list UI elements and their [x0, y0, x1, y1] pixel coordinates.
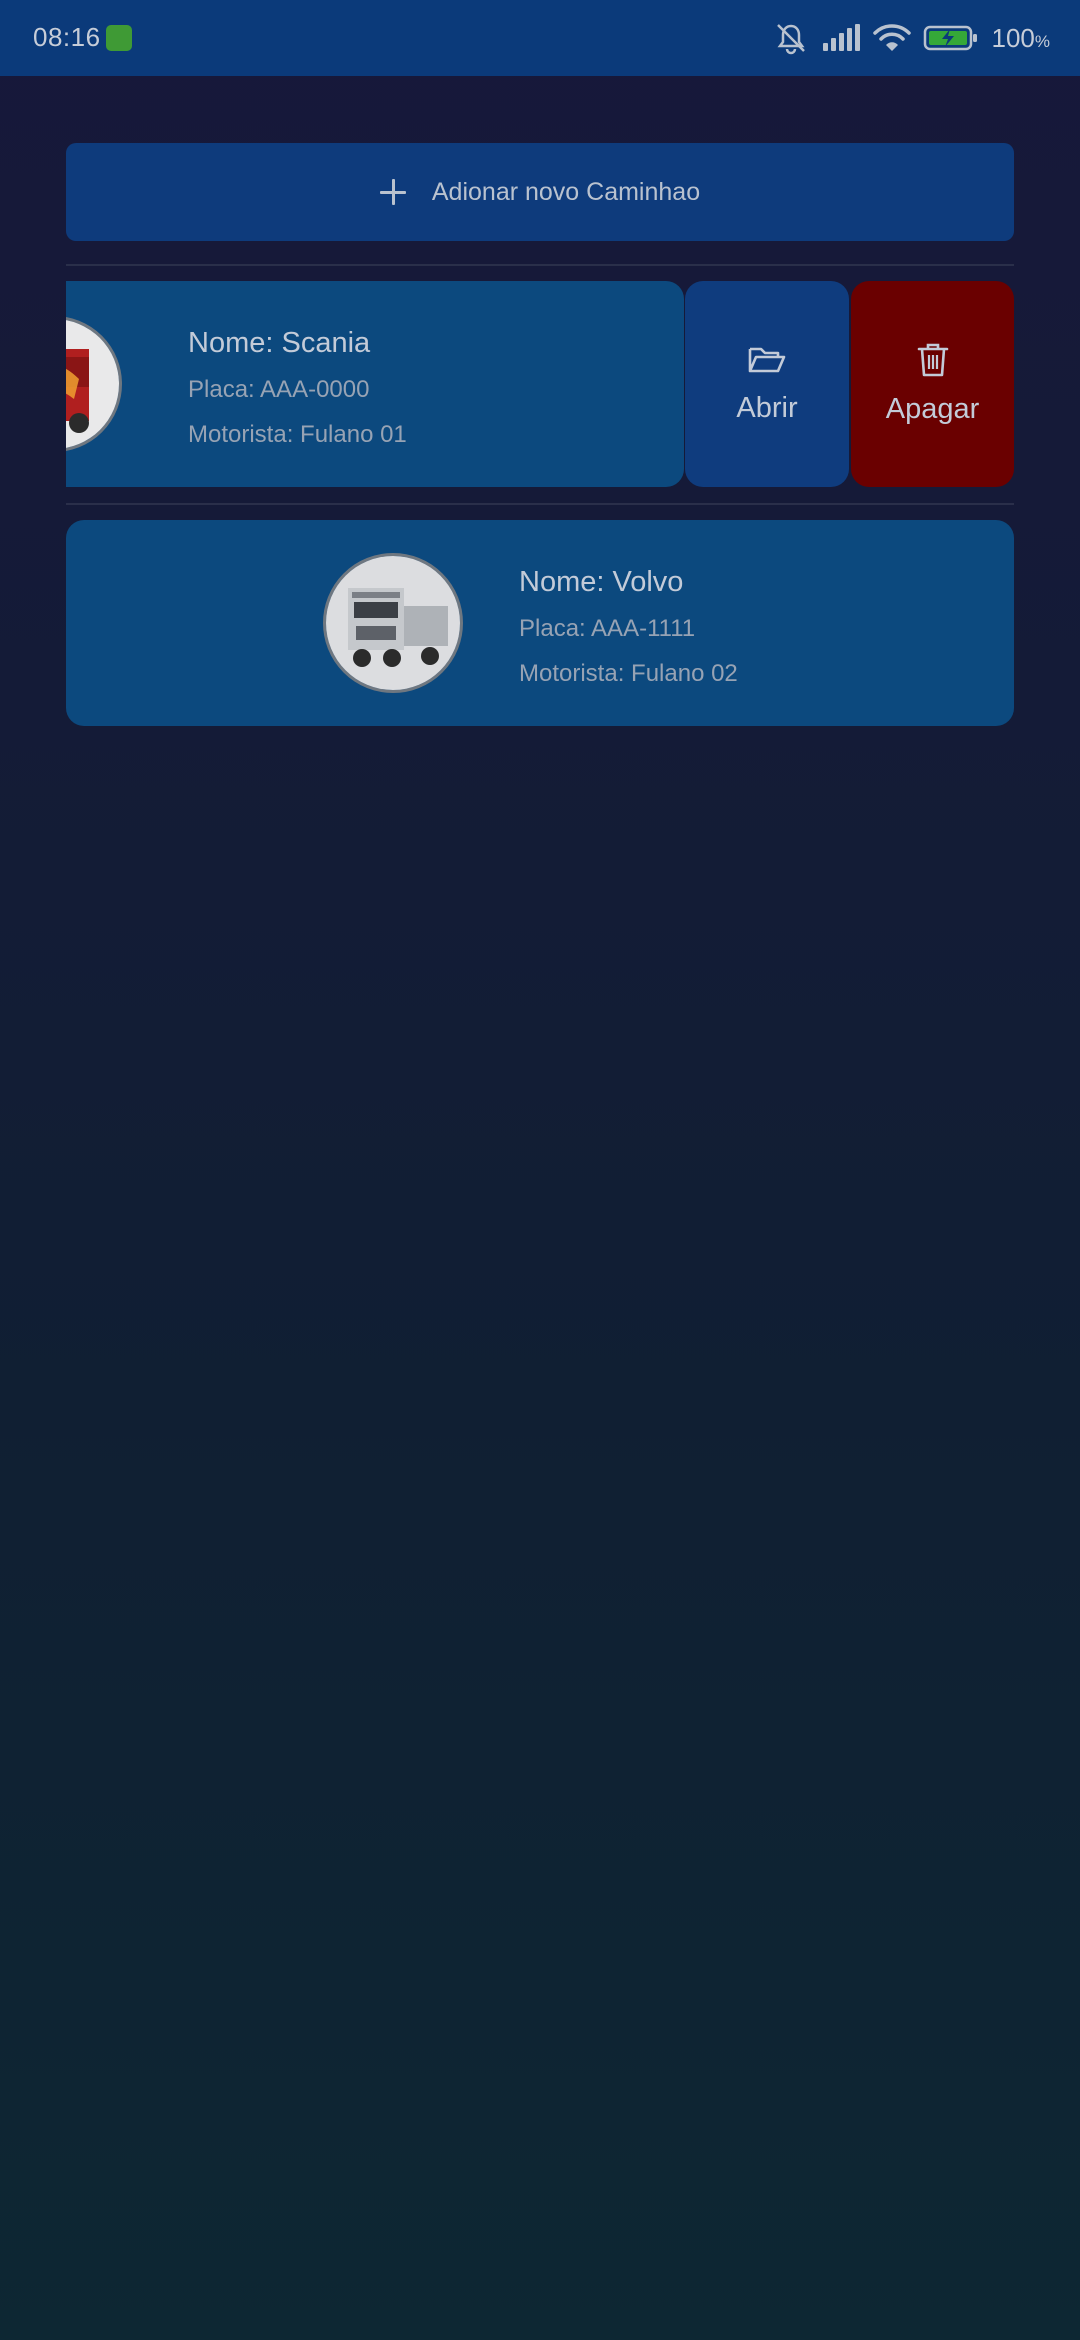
truck-list-item[interactable]: Nome: Scania Placa: AAA-0000 Motorista: …	[66, 281, 1014, 487]
status-time: 08:16	[33, 22, 101, 52]
battery-percent: 100%	[991, 23, 1050, 54]
mute-icon	[773, 21, 809, 55]
truck-driver: Motorista: Fulano 02	[519, 660, 738, 687]
truck-plate: Placa: AAA-0000	[188, 376, 370, 403]
add-truck-button[interactable]: Adionar novo Caminhao	[66, 143, 1014, 241]
app-notification-icon	[106, 25, 132, 51]
truck-info: Nome: Scania Placa: AAA-0000 Motorista: …	[188, 327, 407, 466]
list-divider	[66, 503, 1014, 505]
truck-driver: Motorista: Fulano 01	[188, 421, 407, 448]
battery-percent-value: 100	[991, 22, 1035, 53]
trash-icon	[916, 342, 950, 383]
folder-open-icon	[747, 343, 787, 382]
truck-name: Nome: Scania	[188, 327, 371, 359]
list-divider	[66, 264, 1014, 266]
delete-button[interactable]: Apagar	[851, 281, 1014, 487]
status-icons: 100%	[773, 18, 1050, 58]
delete-label: Apagar	[885, 393, 980, 425]
truck-image	[66, 316, 122, 452]
truck-image	[323, 553, 463, 693]
status-bar: 08:16 100%	[0, 0, 1080, 76]
wifi-icon	[873, 23, 912, 53]
truck-name: Nome: Volvo	[519, 566, 684, 598]
battery-percent-unit: %	[1034, 31, 1050, 51]
open-label: Abrir	[736, 392, 798, 424]
truck-list-item[interactable]: Nome: Volvo Placa: AAA-1111 Motorista: F…	[66, 520, 1014, 726]
signal-icon	[821, 23, 861, 53]
truck-card[interactable]: Nome: Volvo Placa: AAA-1111 Motorista: F…	[66, 520, 1014, 726]
truck-card[interactable]: Nome: Scania Placa: AAA-0000 Motorista: …	[66, 281, 684, 487]
add-truck-label: Adionar novo Caminhao	[431, 177, 701, 206]
truck-plate: Placa: AAA-1111	[519, 615, 696, 642]
open-button[interactable]: Abrir	[685, 281, 849, 487]
truck-info: Nome: Volvo Placa: AAA-1111 Motorista: F…	[519, 566, 738, 705]
battery-icon	[923, 23, 979, 53]
plus-icon	[379, 179, 406, 205]
